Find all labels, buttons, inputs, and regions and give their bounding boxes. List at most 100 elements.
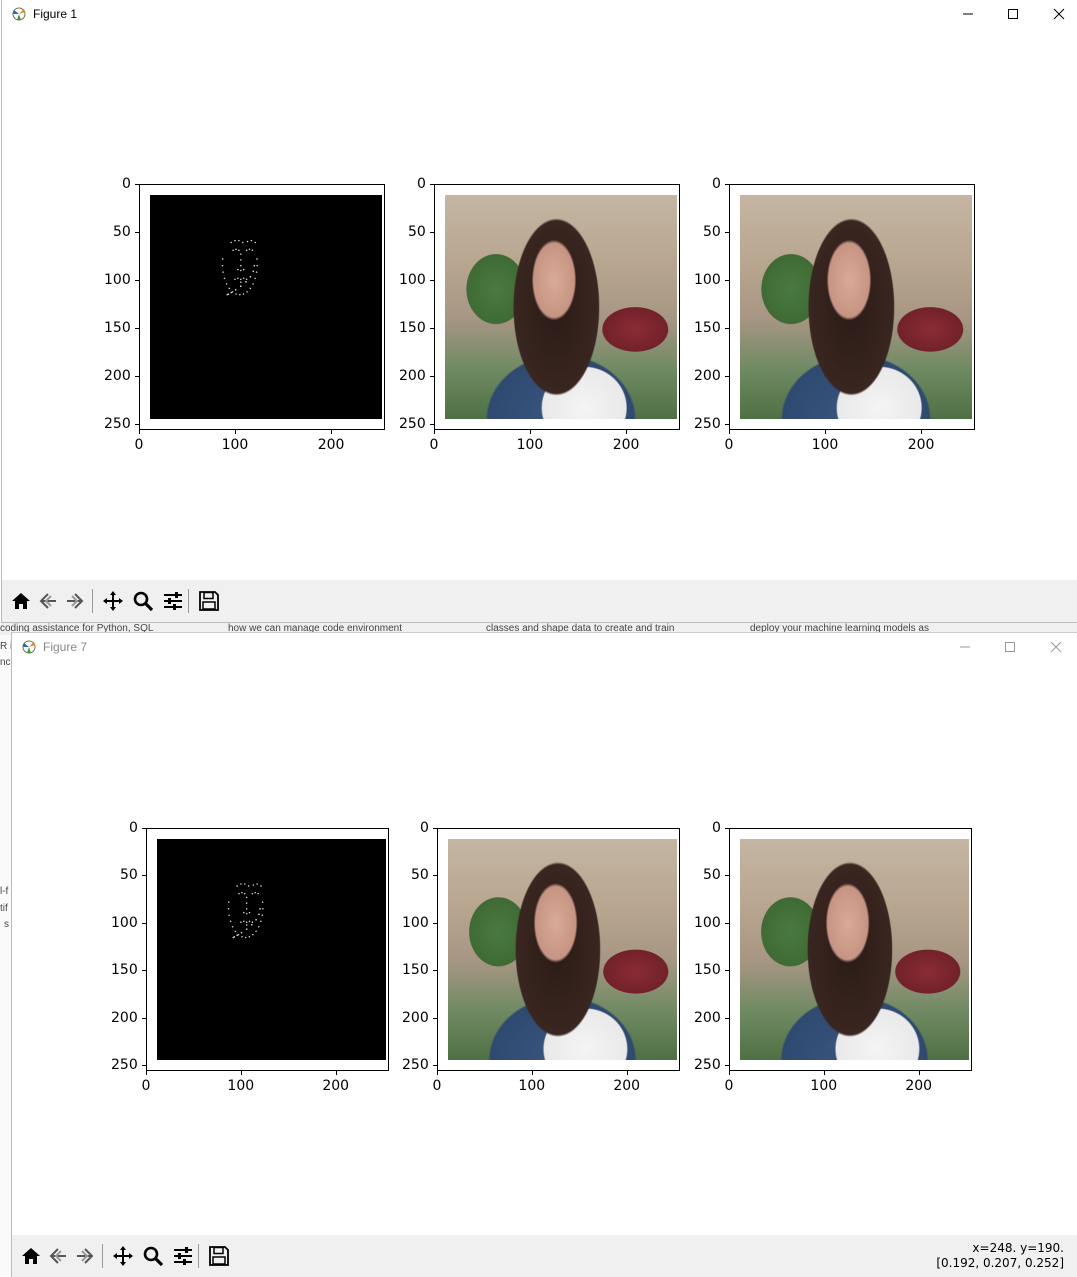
y-tick-label: 200 (399, 368, 426, 385)
landmark-dot (239, 269, 242, 272)
pan-button[interactable] (100, 588, 126, 614)
y-tick (142, 1065, 146, 1067)
y-tick (433, 922, 437, 924)
landmark-dot (230, 241, 232, 244)
subplot-axes[interactable] (434, 184, 680, 430)
subplot-axes[interactable] (729, 828, 972, 1071)
save-button[interactable] (196, 588, 222, 614)
window-title: Figure 1 (33, 7, 78, 21)
close-button[interactable] (1036, 0, 1077, 28)
close-icon (1050, 641, 1062, 653)
background-fragment: tif (0, 903, 8, 914)
landmark-dot (245, 278, 248, 280)
landmark-dot (235, 884, 238, 887)
x-tick-label: 0 (134, 437, 144, 453)
y-tick (725, 184, 729, 185)
landmark-dot (238, 293, 241, 296)
figure-canvas[interactable]: 0 100 200 0 50 100 150 200 250 0 100 200 0 50 100 150 20… (12, 661, 1077, 1277)
figure-canvas[interactable]: 0 100 200 0 50 100 150 200 250 0 100 200 0 50 100 150 20… (2, 28, 1077, 622)
y-tick (725, 376, 729, 378)
home-button[interactable] (8, 588, 34, 614)
background-fragment: nc (0, 657, 11, 668)
landmark-dot (233, 278, 236, 280)
y-tick-label: 0 (712, 820, 721, 836)
toolbar-separator (188, 589, 189, 613)
forward-button[interactable] (72, 1243, 98, 1269)
x-tick (626, 430, 628, 434)
x-tick-label: 100 (516, 437, 544, 453)
x-tick (921, 430, 923, 434)
x-tick-label: 200 (905, 1078, 933, 1094)
y-tick-label: 150 (104, 320, 131, 337)
subplot-axes[interactable] (139, 184, 385, 430)
subplot-axes[interactable] (146, 828, 389, 1071)
landmark-dot (240, 931, 242, 934)
y-tick (725, 232, 729, 234)
landmark-image (156, 838, 386, 1061)
y-tick (135, 424, 139, 426)
landmark-dot (233, 239, 236, 242)
y-tick-label: 200 (694, 1009, 721, 1026)
minimize-button[interactable] (942, 633, 988, 661)
landmark-dot (244, 936, 247, 938)
save-icon (209, 1246, 229, 1266)
save-button[interactable] (206, 1243, 232, 1269)
x-tick (825, 430, 827, 434)
configure-subplots-button[interactable] (170, 1243, 196, 1269)
x-tick-label: 0 (724, 1078, 734, 1094)
landmark-dot (256, 264, 258, 267)
pan-button[interactable] (110, 1243, 136, 1269)
landmark-dot (259, 920, 262, 922)
landmark-dot (253, 264, 255, 267)
maximize-button[interactable] (987, 633, 1033, 661)
x-tick (530, 430, 532, 434)
landmark-dot (243, 882, 246, 885)
landmark-dot (222, 271, 224, 273)
back-button[interactable] (45, 1243, 71, 1269)
subplot-axes[interactable] (729, 184, 975, 430)
y-tick (430, 232, 434, 234)
pan-icon (113, 1246, 133, 1266)
home-button[interactable] (18, 1243, 44, 1269)
configure-subplots-icon (174, 1247, 192, 1265)
y-tick-label: 150 (694, 962, 721, 979)
maximize-icon (1008, 9, 1018, 19)
landmark-dot (221, 257, 224, 260)
configure-subplots-icon (164, 592, 182, 610)
landmark-dot (243, 892, 246, 894)
close-button[interactable] (1033, 633, 1077, 661)
landmark-dot (255, 257, 258, 260)
maximize-button[interactable] (990, 0, 1036, 28)
x-tick-label: 0 (724, 437, 734, 453)
landmark-dot (254, 930, 257, 932)
cursor-position: x=248. y=190. (972, 1241, 1064, 1255)
zoom-button[interactable] (130, 588, 156, 614)
zoom-icon (143, 1246, 164, 1267)
home-icon (12, 593, 30, 609)
back-button[interactable] (35, 588, 61, 614)
title-bar[interactable]: Figure 7 (12, 633, 1077, 661)
x-tick (626, 1071, 628, 1075)
close-icon (1053, 8, 1065, 20)
maximize-icon (1005, 642, 1015, 652)
zoom-button[interactable] (140, 1243, 166, 1269)
landmark-dot (248, 911, 250, 914)
face-image (444, 194, 677, 420)
title-bar[interactable]: Figure 1 (2, 0, 1077, 28)
pixel-value: [0.192, 0.207, 0.252] (936, 1256, 1064, 1270)
y-tick (725, 828, 729, 829)
landmark-dot (245, 907, 248, 910)
y-tick-label: 0 (712, 176, 721, 192)
background-fragment: l-f (0, 886, 9, 897)
y-tick (725, 1017, 729, 1019)
subplot-axes[interactable] (437, 828, 680, 1071)
minimize-button[interactable] (945, 0, 991, 28)
landmark-dot (246, 290, 248, 293)
landmark-dot (239, 882, 242, 885)
configure-subplots-button[interactable] (160, 588, 186, 614)
landmark-dot (227, 293, 229, 295)
y-tick (135, 328, 139, 330)
landmark-dot (251, 249, 253, 251)
landmark-dot (236, 934, 238, 936)
forward-button[interactable] (62, 588, 88, 614)
